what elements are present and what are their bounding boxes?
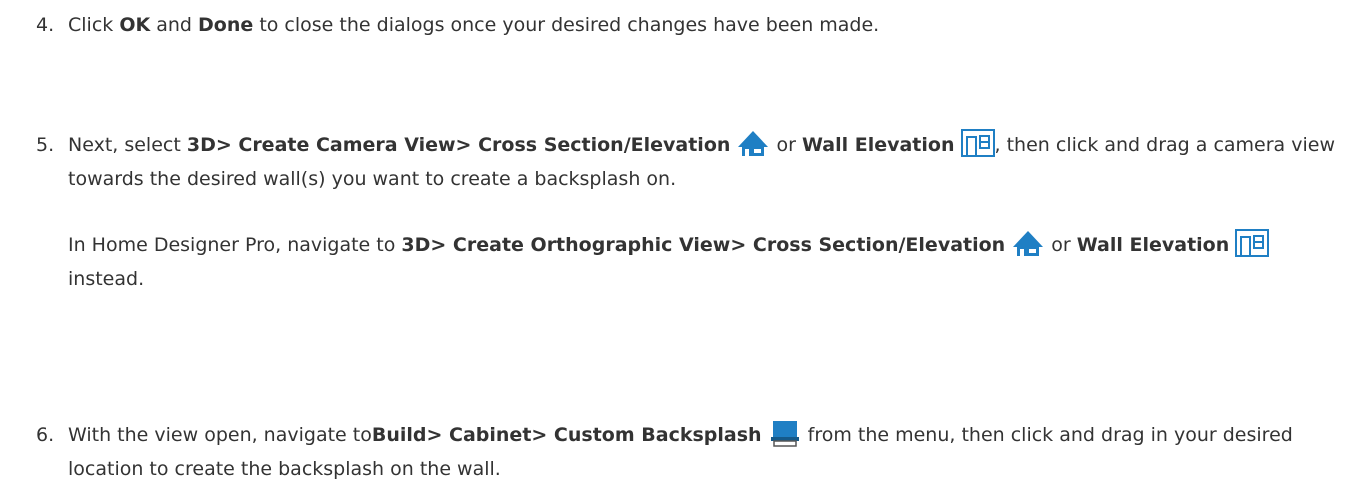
step-5: 5. Next, select 3D> Create Camera View> …	[36, 128, 1336, 296]
text-run: and	[150, 14, 199, 36]
step-number: 6.	[36, 424, 55, 446]
text-run: or	[1045, 234, 1077, 256]
text-run: In Home Designer Pro, navigate to	[68, 234, 402, 256]
cross-section-elevation-icon	[1011, 229, 1045, 257]
wall-elevation-label: Wall Elevation	[1076, 234, 1230, 256]
text-run: With the view open, navigate to	[68, 424, 372, 446]
step-number: 4.	[36, 14, 55, 36]
text-run: instead.	[68, 268, 145, 290]
step-6: 6. With the view open, navigate toBuild>…	[36, 418, 1336, 486]
custom-backsplash-icon	[768, 419, 802, 447]
step-text: Click OK and Done to close the dialogs o…	[68, 8, 1336, 42]
step-4: 4. Click OK and Done to close the dialog…	[36, 8, 1336, 42]
text-run: Next, select	[68, 134, 187, 156]
step-number: 5.	[36, 134, 55, 156]
menu-path-backsplash: Build> Cabinet> Custom Backsplash	[371, 424, 762, 446]
step-text: With the view open, navigate toBuild> Ca…	[68, 418, 1336, 486]
cross-section-elevation-icon	[736, 129, 770, 157]
wall-elevation-icon	[960, 129, 995, 157]
text-run: or	[770, 134, 802, 156]
menu-path-orthographic: 3D> Create Orthographic View> Cross Sect…	[401, 234, 1006, 256]
done-label: Done	[198, 14, 254, 36]
ok-label: OK	[119, 14, 151, 36]
text-run: to close the dialogs once your desired c…	[253, 14, 880, 36]
step-text: Next, select 3D> Create Camera View> Cro…	[68, 128, 1336, 196]
menu-path-cross-section: 3D> Create Camera View> Cross Section/El…	[186, 134, 731, 156]
wall-elevation-icon	[1235, 229, 1270, 257]
step-subnote: In Home Designer Pro, navigate to 3D> Cr…	[68, 228, 1336, 296]
text-run: Click	[68, 14, 120, 36]
wall-elevation-label: Wall Elevation	[801, 134, 955, 156]
